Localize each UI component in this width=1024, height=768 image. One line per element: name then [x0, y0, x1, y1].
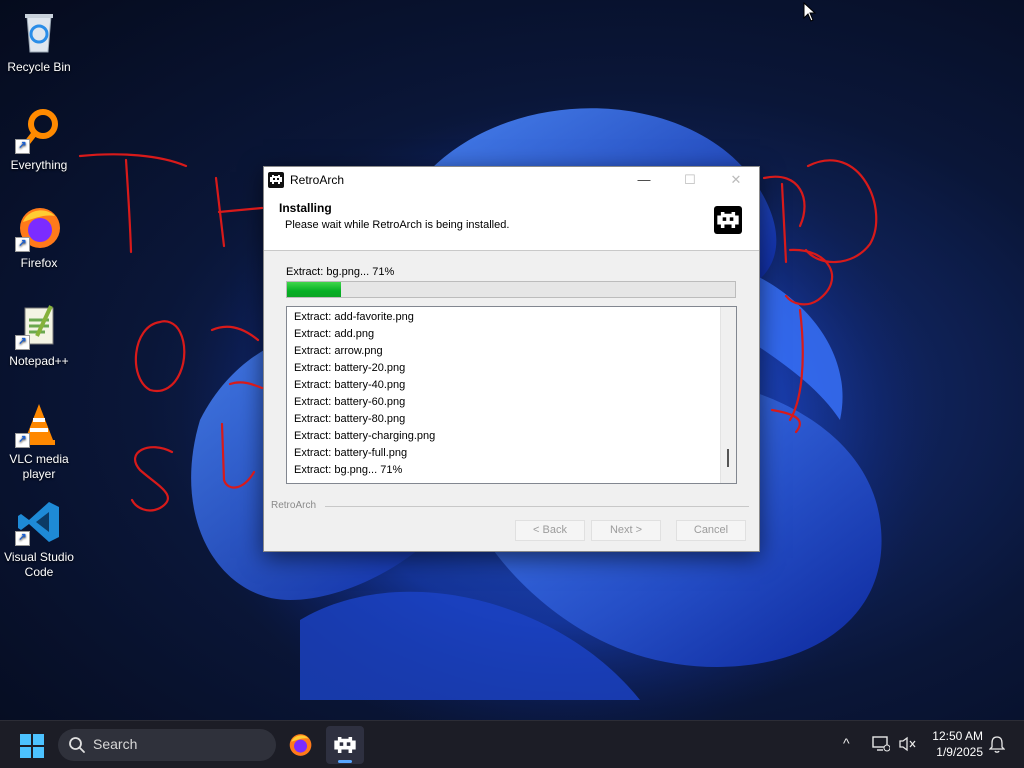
- firefox-taskbar-icon[interactable]: [281, 726, 319, 764]
- mouse-cursor-icon: [803, 2, 817, 22]
- window-title: RetroArch: [290, 172, 345, 187]
- retroarch-taskbar-icon[interactable]: [326, 726, 364, 764]
- active-app-indicator: [338, 760, 352, 763]
- everything-search-icon: ↗: [15, 106, 63, 154]
- desktop-icon-label: Recycle Bin: [7, 60, 71, 74]
- log-line: Extract: battery-80.png: [294, 413, 406, 425]
- desktop-icon-label: Notepad++: [9, 354, 69, 368]
- search-placeholder: Search: [93, 736, 138, 752]
- firefox-icon: ↗: [15, 204, 63, 252]
- desktop-icon-label: Firefox: [20, 256, 58, 270]
- shortcut-arrow-icon: ↗: [15, 237, 30, 252]
- log-line: Extract: battery-40.png: [294, 379, 406, 391]
- retroarch-app-icon: [268, 171, 284, 188]
- log-line: Extract: battery-60.png: [294, 396, 406, 408]
- log-line: Extract: bg.png... 71%: [294, 464, 403, 476]
- volume-muted-icon[interactable]: [899, 736, 917, 755]
- search-icon: [69, 737, 85, 753]
- log-line: Extract: battery-full.png: [294, 447, 408, 459]
- log-line: Extract: add.png: [294, 328, 375, 340]
- desktop-icon-firefox[interactable]: ↗ Firefox: [0, 204, 78, 271]
- log-line: Extract: add-favorite.png: [294, 311, 414, 323]
- recycle-bin-icon: [15, 8, 63, 56]
- shortcut-arrow-icon: ↗: [15, 433, 30, 448]
- extract-status: Extract: bg.png... 71%: [286, 266, 395, 278]
- desktop-icon-notepad-plus-plus[interactable]: ↗ Notepad++: [0, 302, 78, 369]
- installer-header: Installing Please wait while RetroArch i…: [264, 192, 759, 251]
- minimize-button[interactable]: —: [621, 167, 667, 192]
- maximize-button[interactable]: ☐: [667, 167, 713, 192]
- shortcut-arrow-icon: ↗: [15, 531, 30, 546]
- brand-divider: [325, 506, 749, 507]
- shortcut-arrow-icon: ↗: [15, 335, 30, 350]
- desktop-icon-everything[interactable]: ↗ Everything: [0, 106, 78, 173]
- network-icon[interactable]: [872, 736, 891, 755]
- page-subtitle: Please wait while RetroArch is being ins…: [285, 219, 510, 231]
- next-button[interactable]: Next >: [591, 520, 661, 541]
- vlc-icon: ↗: [15, 400, 63, 448]
- desktop-icon-label: Visual Studio Code: [4, 550, 74, 579]
- window-titlebar[interactable]: RetroArch — ☐ ✕: [264, 167, 759, 192]
- install-progress-bar: [286, 281, 736, 298]
- taskbar-clock[interactable]: 12:50 AM 1/9/2025: [925, 728, 983, 760]
- notification-bell-icon[interactable]: [988, 736, 1006, 756]
- desktop-icon-label: VLC media player: [9, 452, 69, 481]
- shortcut-arrow-icon: ↗: [15, 139, 30, 154]
- desktop-icon-vlc[interactable]: ↗ VLC media player: [0, 400, 78, 482]
- desktop-icon-label: Everything: [10, 158, 68, 172]
- log-scrollbar[interactable]: [720, 307, 736, 483]
- install-log-list[interactable]: Extract: add-favorite.png Extract: add.pn…: [286, 306, 737, 484]
- log-line: Extract: battery-charging.png: [294, 430, 436, 442]
- log-line: Extract: battery-20.png: [294, 362, 406, 374]
- vscode-icon: ↗: [15, 498, 63, 546]
- installer-window: RetroArch — ☐ ✕ Installing Please wait w…: [263, 166, 760, 552]
- windows-start-icon[interactable]: [20, 734, 44, 758]
- taskbar: Search ^ 12:50 AM 1/9/2025: [0, 720, 1024, 768]
- retroarch-logo-icon: [714, 206, 742, 234]
- close-button[interactable]: ✕: [713, 167, 759, 192]
- taskbar-search-box[interactable]: Search: [58, 729, 276, 761]
- desktop-icon-recycle-bin[interactable]: Recycle Bin: [0, 8, 78, 75]
- brand-label: RetroArch: [271, 500, 317, 511]
- clock-date: 1/9/2025: [936, 745, 983, 759]
- clock-time: 12:50 AM: [932, 729, 983, 743]
- progress-fill: [287, 282, 341, 297]
- back-button[interactable]: < Back: [515, 520, 585, 541]
- tray-overflow-chevron-icon[interactable]: ^: [843, 735, 850, 751]
- cancel-button[interactable]: Cancel: [676, 520, 746, 541]
- notepad-plus-plus-icon: ↗: [15, 302, 63, 350]
- desktop-icon-vscode[interactable]: ↗ Visual Studio Code: [0, 498, 78, 580]
- log-line: Extract: arrow.png: [294, 345, 383, 357]
- log-scrollbar-thumb[interactable]: [727, 449, 729, 467]
- page-title: Installing: [279, 201, 332, 215]
